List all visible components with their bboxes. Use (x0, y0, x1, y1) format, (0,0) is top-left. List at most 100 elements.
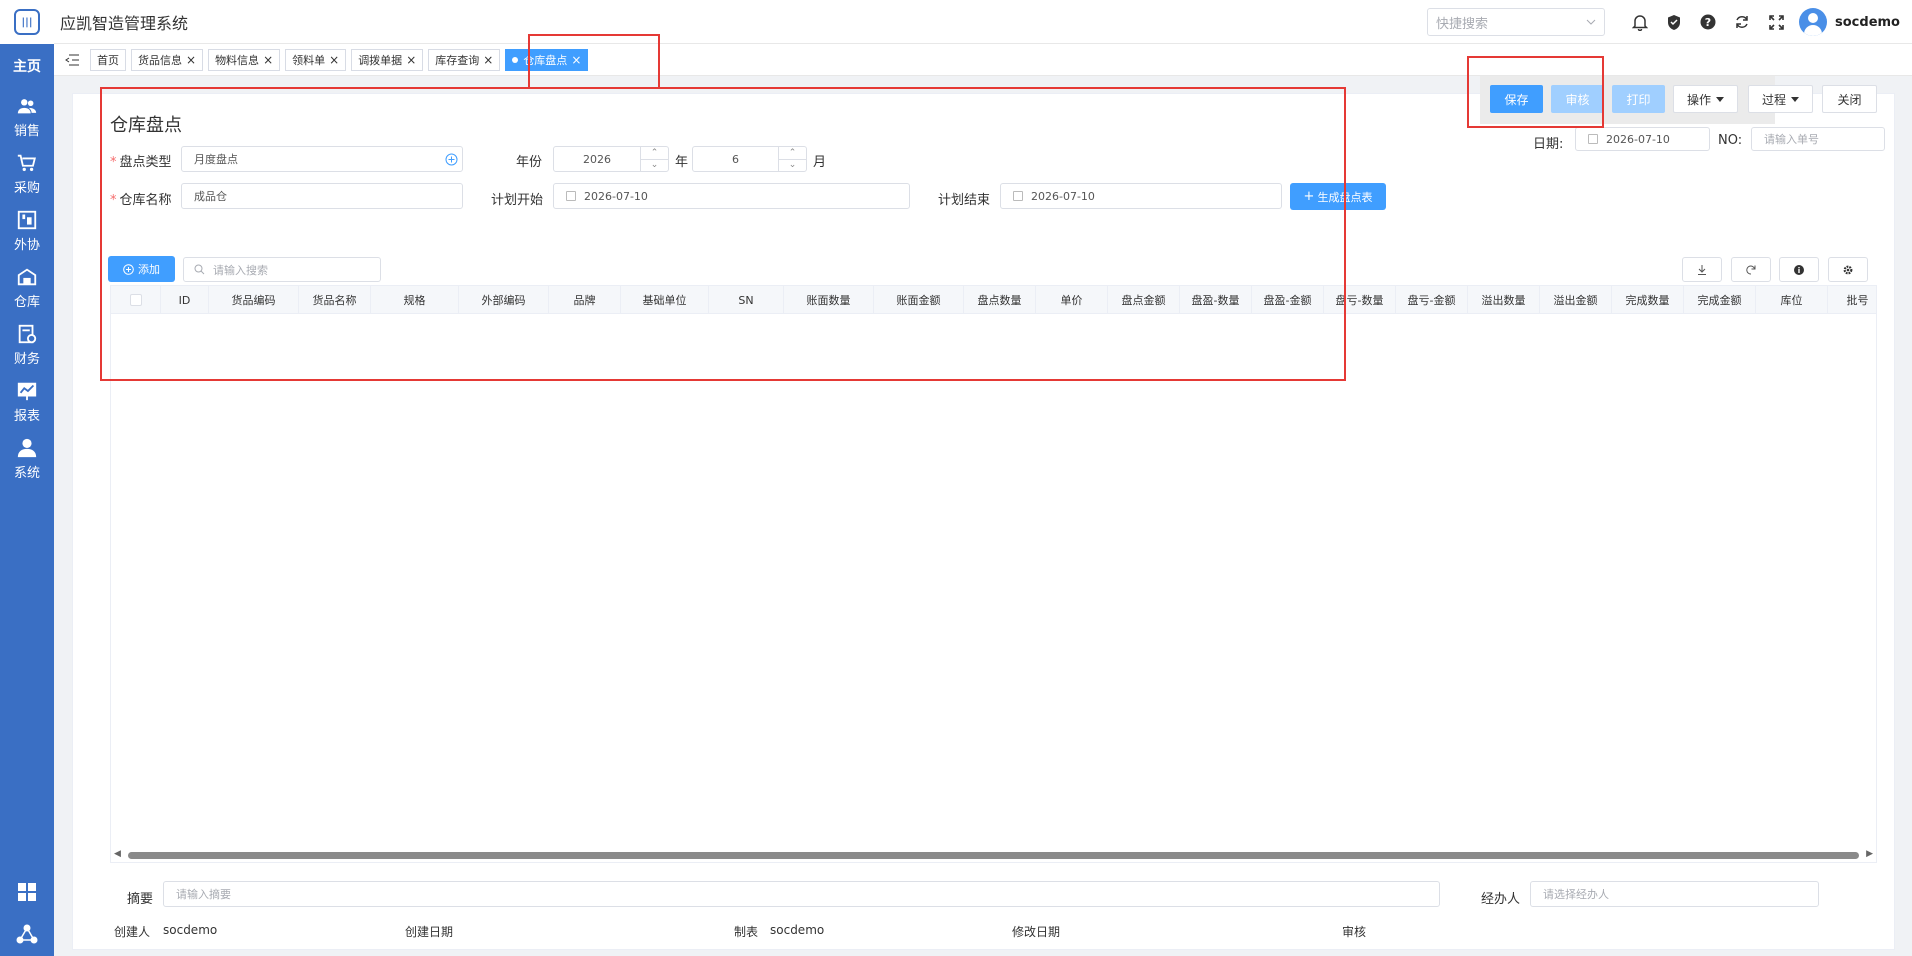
column-header[interactable]: 货品编码 (209, 286, 299, 314)
operate-dropdown[interactable]: 操作 (1673, 85, 1738, 113)
add-button[interactable]: 添加 (108, 256, 175, 282)
column-header[interactable]: SN (709, 286, 784, 314)
scroll-left-icon[interactable]: ◀ (114, 849, 121, 859)
table-settings-button[interactable] (1828, 257, 1868, 282)
column-header[interactable]: 品牌 (549, 286, 621, 314)
tab-label: 领料单 (292, 53, 326, 67)
cart-icon (17, 154, 36, 171)
column-header[interactable]: 盘亏-金额 (1396, 286, 1468, 314)
close-button[interactable]: 关闭 (1822, 85, 1877, 113)
generate-label: 生成盘点表 (1317, 190, 1373, 204)
quick-search-select[interactable]: 快捷搜索 (1427, 8, 1606, 36)
username[interactable]: socdemo (1835, 15, 1900, 30)
column-header[interactable]: 盘盈-金额 (1252, 286, 1324, 314)
bell-button[interactable] (1631, 13, 1649, 31)
column-header[interactable]: 盘亏-数量 (1324, 286, 1396, 314)
audit-button[interactable]: 审核 (1551, 85, 1604, 113)
refresh-button[interactable] (1733, 13, 1751, 31)
date-picker[interactable]: 2026-07-10 (1575, 127, 1710, 151)
sidebar-item-warehouse[interactable]: 仓库 (0, 259, 54, 316)
column-header[interactable]: 批号 (1828, 286, 1876, 314)
column-header[interactable]: 盘点数量 (964, 286, 1036, 314)
scrollbar-thumb[interactable] (128, 852, 1859, 859)
decrement-icon[interactable]: ⌄ (779, 158, 806, 172)
menu-toggle-button[interactable] (54, 54, 90, 66)
column-header[interactable]: 溢出数量 (1468, 286, 1540, 314)
table-info-button[interactable] (1779, 257, 1819, 282)
column-header[interactable]: 外部编码 (459, 286, 549, 314)
apps-grid-button[interactable] (0, 872, 54, 912)
tab-goods-info[interactable]: 货品信息 × (131, 48, 204, 71)
decrement-icon[interactable]: ⌄ (641, 158, 668, 172)
tab-material-info[interactable]: 物料信息 × (208, 48, 281, 71)
column-header[interactable]: 单价 (1036, 286, 1108, 314)
column-header[interactable]: 账面金额 (874, 286, 964, 314)
check-type-select[interactable]: 月度盘点 (181, 146, 463, 172)
close-icon[interactable]: × (329, 53, 339, 67)
column-header[interactable]: 库位 (1756, 286, 1828, 314)
required-mark: * (110, 193, 117, 208)
table-search-input[interactable]: 请输入搜索 (183, 257, 381, 282)
increment-icon[interactable]: ⌃ (641, 147, 668, 159)
column-header[interactable]: 溢出金额 (1540, 286, 1612, 314)
tab-inventory-query[interactable]: 库存查询 × (428, 48, 501, 71)
fullscreen-button[interactable] (1767, 13, 1785, 31)
column-header[interactable]: 货品名称 (299, 286, 371, 314)
plan-start-picker[interactable]: 2026-07-10 (553, 183, 910, 209)
plus-circle-icon[interactable] (445, 153, 458, 166)
sidebar-item-finance[interactable]: 财务 (0, 316, 54, 373)
tab-warehouse-check[interactable]: 仓库盘点 × (505, 48, 589, 71)
column-header[interactable]: 规格 (371, 286, 459, 314)
sidebar-item-report[interactable]: 报表 (0, 373, 54, 430)
sidebar-item-label: 销售 (13, 123, 40, 139)
close-icon[interactable]: × (263, 53, 273, 67)
refresh-icon (1736, 16, 1748, 28)
network-button[interactable] (0, 912, 54, 956)
generate-check-table-button[interactable]: + 生成盘点表 (1290, 183, 1386, 210)
export-button[interactable] (1682, 257, 1722, 282)
month-value: 6 (732, 152, 739, 166)
print-button[interactable]: 打印 (1612, 85, 1665, 113)
sidebar-item-outsource[interactable]: 外协 (0, 202, 54, 259)
avatar[interactable] (1799, 8, 1828, 36)
save-button[interactable]: 保存 (1490, 85, 1543, 113)
column-header[interactable]: 账面数量 (784, 286, 874, 314)
outsource-icon (17, 210, 37, 229)
tab-home[interactable]: 首页 (90, 48, 126, 71)
handler-select[interactable]: 请选择经办人 (1530, 881, 1819, 907)
column-header[interactable]: 盘点金额 (1108, 286, 1180, 314)
month-stepper[interactable]: 6 ⌃ ⌄ (692, 146, 807, 172)
close-icon[interactable]: × (406, 53, 416, 67)
sidebar-item-system[interactable]: 系统 (0, 430, 54, 487)
close-icon[interactable]: × (571, 53, 581, 67)
column-header[interactable]: 基础单位 (621, 286, 709, 314)
sidebar-home[interactable]: 主页 (0, 44, 54, 88)
order-no-input[interactable]: 请输入单号 (1751, 127, 1885, 151)
app-logo[interactable]: ||| (0, 0, 54, 44)
table-horizontal-scrollbar[interactable]: ◀ ▶ (110, 849, 1877, 861)
select-all-checkbox[interactable] (129, 294, 142, 306)
close-icon[interactable]: × (483, 53, 493, 67)
column-header[interactable]: ID (161, 286, 209, 314)
plan-end-picker[interactable]: 2026-07-10 (1000, 183, 1282, 209)
warehouse-label-text: 仓库名称 (119, 193, 172, 208)
column-header[interactable]: 盘盈-数量 (1180, 286, 1252, 314)
increment-icon[interactable]: ⌃ (779, 147, 806, 159)
warehouse-select[interactable]: 成品仓 (181, 183, 463, 209)
process-dropdown[interactable]: 过程 (1748, 85, 1813, 113)
scroll-right-icon[interactable]: ▶ (1866, 849, 1873, 859)
close-icon[interactable]: × (186, 53, 196, 67)
table-refresh-button[interactable] (1731, 257, 1771, 282)
sidebar-item-sales[interactable]: 销售 (0, 88, 54, 145)
tab-label: 库存查询 (435, 53, 480, 67)
sidebar-item-purchase[interactable]: 采购 (0, 145, 54, 202)
column-header[interactable]: 完成数量 (1612, 286, 1684, 314)
column-header[interactable]: 完成金额 (1684, 286, 1756, 314)
summary-input[interactable]: 请输入摘要 (163, 881, 1440, 907)
tab-transfer-docs[interactable]: 调拨单据 × (351, 48, 424, 71)
year-stepper[interactable]: 2026 ⌃ ⌄ (553, 146, 669, 172)
report-icon (17, 382, 37, 400)
help-button[interactable]: ? (1699, 13, 1717, 31)
tab-picking-list[interactable]: 领料单 × (285, 48, 347, 71)
security-button[interactable] (1665, 13, 1683, 31)
